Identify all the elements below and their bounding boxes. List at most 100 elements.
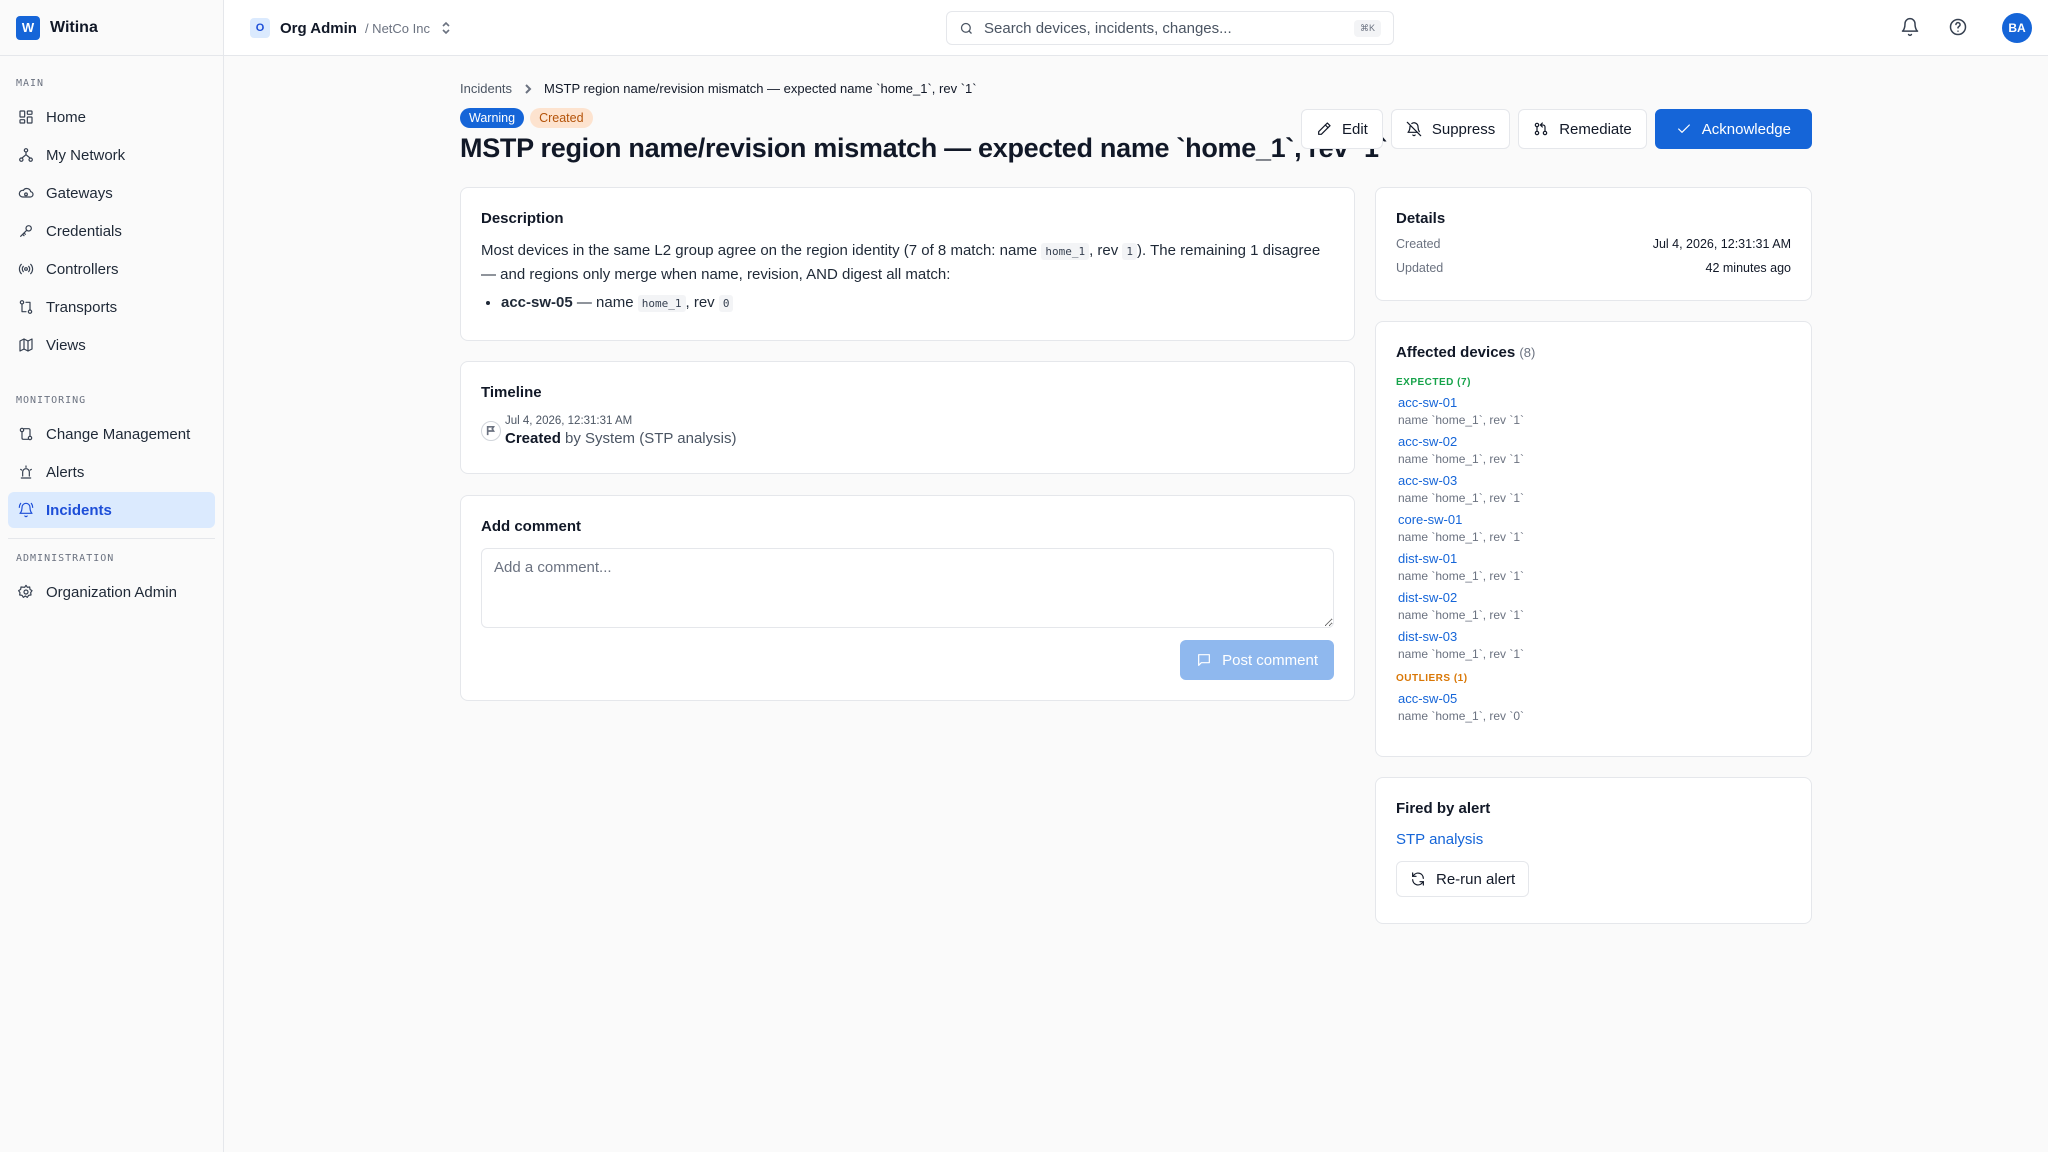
- timeline-title: Timeline: [481, 384, 542, 401]
- sidebar-item-credentials[interactable]: Credentials: [8, 213, 215, 249]
- edit-button[interactable]: Edit: [1300, 109, 1383, 149]
- search-icon: [960, 22, 972, 34]
- sidebar-item-label: Incidents: [46, 501, 112, 519]
- help-icon[interactable]: [1948, 17, 1968, 37]
- suppress-button[interactable]: Suppress: [1390, 109, 1511, 149]
- message-square-icon: [1198, 654, 1211, 666]
- radio-waves-icon: [18, 263, 34, 275]
- sidebar-item-label: Gateways: [46, 184, 113, 202]
- device-link[interactable]: dist-sw-02: [1398, 590, 1791, 605]
- outlier-list: acc-sw-05 — name home_1, rev 0: [501, 292, 1334, 315]
- sidebar-item-my-network[interactable]: My Network: [8, 137, 215, 173]
- gear-icon: [18, 584, 33, 598]
- device-link[interactable]: dist-sw-01: [1398, 551, 1791, 566]
- fired-by-title: Fired by alert: [1396, 800, 1491, 817]
- outlier-text-part: , rev: [685, 294, 719, 311]
- detail-row-updated: Updated 42 minutes ago: [1396, 261, 1791, 275]
- pencil-icon: [1318, 122, 1331, 135]
- bell-icon[interactable]: [1900, 17, 1920, 37]
- comment-input[interactable]: [481, 548, 1334, 628]
- avatar[interactable]: BA: [2002, 13, 2032, 43]
- home-grid-icon: [19, 110, 33, 124]
- app-name: Witina: [50, 18, 98, 36]
- bell-off-icon: [1406, 121, 1422, 137]
- incident-actions: Edit Suppress Remediate Acknowledge: [1293, 109, 1812, 149]
- outliers-group-label: OUTLIERS (1): [1396, 673, 1468, 684]
- check-icon: [1677, 124, 1690, 133]
- fired-by-alert-card: Fired by alert STP analysis Re-run alert: [1375, 777, 1812, 924]
- device-meta: name `home_1`, rev `1`: [1398, 569, 1525, 583]
- git-pull-request-icon: [1534, 122, 1548, 136]
- device-link[interactable]: acc-sw-01: [1398, 395, 1791, 410]
- sidebar-divider: [8, 538, 215, 539]
- device-link[interactable]: core-sw-01: [1398, 512, 1791, 527]
- incident-badges: Warning Created: [460, 108, 599, 128]
- sidebar-item-organization-admin[interactable]: Organization Admin: [8, 574, 215, 610]
- key-icon: [20, 225, 32, 237]
- device-meta: name `home_1`, rev `1`: [1398, 491, 1525, 505]
- brand[interactable]: W Witina: [0, 0, 223, 56]
- map-icon: [19, 338, 33, 352]
- page-title: MSTP region name/revision mismatch — exp…: [460, 133, 1388, 163]
- acknowledge-button-label: Acknowledge: [1701, 120, 1791, 138]
- acknowledge-button[interactable]: Acknowledge: [1654, 109, 1812, 149]
- sidebar-item-alerts[interactable]: Alerts: [8, 454, 215, 490]
- sidebar-item-views[interactable]: Views: [8, 327, 215, 363]
- cloud-gateway-icon: [18, 187, 34, 198]
- git-compare-icon: [19, 427, 33, 441]
- breadcrumb-incidents-link[interactable]: Incidents: [460, 81, 512, 96]
- rerun-alert-button[interactable]: Re-run alert: [1396, 861, 1530, 897]
- detail-label: Updated: [1396, 261, 1444, 275]
- timeline-event-actor: by System (STP analysis): [560, 430, 737, 447]
- siren-icon: [20, 465, 32, 479]
- remediate-button[interactable]: Remediate: [1518, 109, 1647, 149]
- device-item: dist-sw-03 name `home_1`, rev `1`: [1398, 629, 1791, 661]
- detail-value: 42 minutes ago: [1705, 261, 1791, 275]
- affected-devices-count: (8): [1519, 345, 1536, 360]
- alert-link[interactable]: STP analysis: [1396, 831, 1791, 848]
- device-meta: name `home_1`, rev `1`: [1398, 413, 1525, 427]
- affected-devices-title: Affected devices (8): [1396, 344, 1791, 361]
- sidebar-item-home[interactable]: Home: [8, 99, 215, 135]
- network-icon: [19, 148, 33, 162]
- device-link[interactable]: acc-sw-02: [1398, 434, 1791, 449]
- device-item: core-sw-01 name `home_1`, rev `1`: [1398, 512, 1791, 544]
- comment-title: Add comment: [481, 518, 582, 535]
- sidebar-item-label: Views: [46, 336, 86, 354]
- device-link[interactable]: acc-sw-03: [1398, 473, 1791, 488]
- sidebar-item-label: Controllers: [46, 260, 119, 278]
- org-switcher[interactable]: O Org Admin / NetCo Inc: [250, 16, 452, 40]
- sidebar-item-gateways[interactable]: Gateways: [8, 175, 215, 211]
- device-meta: name `home_1`, rev `1`: [1398, 647, 1525, 661]
- sidebar-item-incidents[interactable]: Incidents: [8, 492, 215, 528]
- suppress-button-label: Suppress: [1431, 120, 1496, 138]
- affected-devices-label: Affected devices: [1396, 344, 1516, 361]
- details-title: Details: [1396, 210, 1446, 227]
- remediate-button-label: Remediate: [1559, 120, 1632, 138]
- sidebar-item-transports[interactable]: Transports: [8, 289, 215, 325]
- affected-devices-card: Affected devices (8) EXPECTED (7) acc-sw…: [1375, 321, 1812, 757]
- description-card: Description Most devices in the same L2 …: [460, 187, 1355, 341]
- search-input[interactable]: [984, 19, 1354, 37]
- nav-section-main: MAIN: [16, 78, 45, 89]
- device-link[interactable]: acc-sw-05: [1398, 691, 1791, 706]
- outlier-name-code: home_1: [637, 295, 686, 312]
- sidebar-item-change-management[interactable]: Change Management: [8, 416, 215, 452]
- sidebar-item-label: My Network: [46, 146, 126, 164]
- flag-icon: [486, 426, 495, 436]
- device-link[interactable]: dist-sw-03: [1398, 629, 1791, 644]
- post-comment-button[interactable]: Post comment: [1180, 640, 1334, 680]
- timeline-entry: Jul 4, 2026, 12:31:31 AM Created by Syst…: [481, 415, 1334, 447]
- top-bar: O Org Admin / NetCo Inc ⌘K BA: [224, 0, 2048, 56]
- search-bar[interactable]: ⌘K: [946, 11, 1394, 45]
- outlier-text-part: — name: [572, 294, 638, 311]
- detail-label: Created: [1396, 237, 1441, 251]
- sidebar-item-label: Organization Admin: [46, 583, 177, 601]
- description-title: Description: [481, 210, 564, 227]
- device-item: acc-sw-05 name `home_1`, rev `0`: [1398, 691, 1791, 723]
- sidebar-item-controllers[interactable]: Controllers: [8, 251, 215, 287]
- region-rev-code: 1: [1122, 243, 1138, 260]
- device-meta: name `home_1`, rev `0`: [1398, 709, 1525, 723]
- refresh-icon: [1412, 872, 1424, 886]
- description-text-part: Most devices in the same L2 group agree …: [481, 242, 1042, 259]
